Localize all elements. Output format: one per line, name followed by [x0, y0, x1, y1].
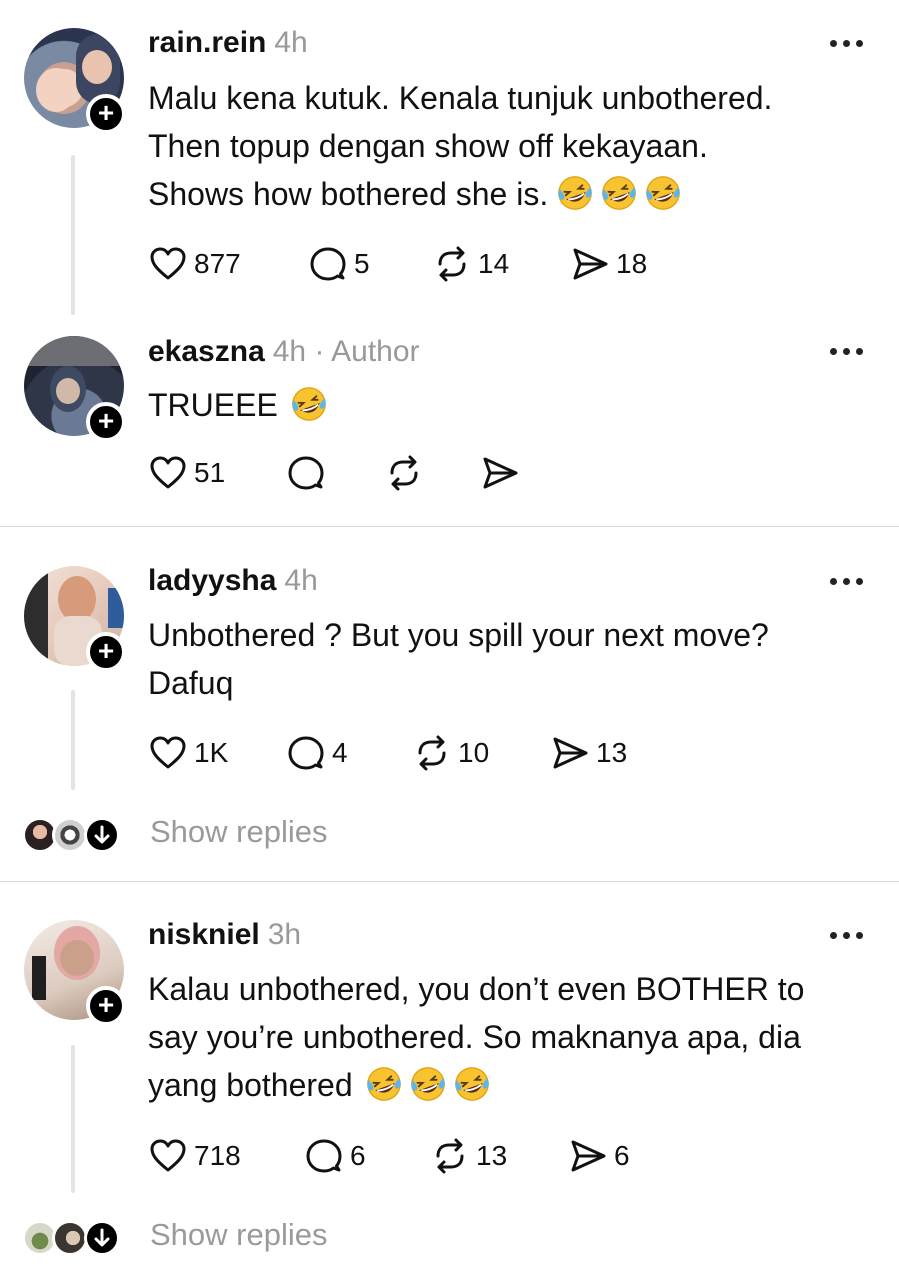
username-text[interactable]: ekaszna: [148, 335, 265, 368]
like-count: 1K: [194, 737, 229, 768]
post-text: Malu kena kutuk. Kenala tunjuk unbothere…: [148, 74, 878, 218]
thread-line: [71, 155, 75, 315]
laughing-emoji: [453, 1065, 491, 1103]
repost-icon: [412, 733, 452, 773]
repost-count: 14: [478, 248, 510, 279]
like-count: 877: [194, 248, 241, 279]
comment-count: 6: [350, 1140, 366, 1171]
comment-icon: [286, 453, 326, 493]
timestamp: 4h: [274, 26, 308, 59]
follow-plus-icon[interactable]: +: [86, 94, 126, 134]
share-icon: [550, 733, 590, 773]
heart-icon: [148, 733, 188, 773]
comment-count: 5: [354, 248, 370, 279]
laughing-emoji: [290, 385, 328, 423]
repost-icon: [430, 1136, 470, 1176]
repost-button[interactable]: [384, 453, 424, 493]
arrow-down-icon: [84, 817, 120, 853]
comment-button[interactable]: 4: [286, 733, 348, 773]
heart-icon: [148, 244, 188, 284]
like-button[interactable]: 877: [148, 244, 241, 284]
laughing-emoji: [644, 174, 682, 212]
share-count: 13: [596, 737, 628, 768]
thread-line: [71, 690, 75, 790]
post-line: Malu kena kutuk. Kenala tunjuk unbothere…: [148, 80, 773, 116]
like-count: 51: [194, 457, 226, 488]
laughing-emoji: [365, 1065, 403, 1103]
repost-icon: [384, 453, 424, 493]
divider: [0, 881, 899, 882]
username-text[interactable]: niskniel: [148, 918, 260, 951]
show-replies-link[interactable]: Show replies: [150, 814, 327, 850]
timestamp: 3h: [267, 918, 302, 951]
like-button[interactable]: 51: [148, 453, 225, 493]
repost-button[interactable]: 14: [432, 244, 509, 284]
more-icon[interactable]: [830, 40, 864, 50]
more-icon[interactable]: [830, 932, 864, 942]
post-line: Then topup dengan show off kekayaan.: [148, 128, 708, 164]
post-text: TRUEEE: [148, 381, 878, 429]
show-replies-row[interactable]: Show replies: [0, 1213, 899, 1263]
post-text: Unbothered ? But you spill your next mov…: [148, 611, 878, 707]
author-badge: · Author: [314, 335, 420, 368]
post-line: TRUEEE: [148, 381, 878, 429]
like-button[interactable]: 718: [148, 1136, 241, 1176]
share-button[interactable]: 6: [568, 1136, 630, 1176]
username[interactable]: rain.rein 4h: [148, 26, 308, 60]
timestamp: 4h: [272, 335, 307, 368]
follow-plus-icon[interactable]: +: [86, 632, 126, 672]
repost-button[interactable]: 10: [412, 733, 489, 773]
follow-plus-icon[interactable]: +: [86, 986, 126, 1026]
reply-avatar: [52, 1220, 88, 1256]
repost-count: 13: [476, 1140, 508, 1171]
comment-button[interactable]: 5: [308, 244, 370, 284]
share-count: 6: [614, 1140, 630, 1171]
repost-count: 10: [458, 737, 490, 768]
heart-icon: [148, 453, 188, 493]
follow-plus-icon[interactable]: +: [86, 402, 126, 442]
like-button[interactable]: 1K: [148, 733, 228, 773]
laughing-emoji: [600, 174, 638, 212]
comment-icon: [304, 1136, 344, 1176]
comment-icon: [308, 244, 348, 284]
arrow-down-icon: [84, 1220, 120, 1256]
laughing-emoji: [556, 174, 594, 212]
post-line: yang bothered: [148, 1061, 878, 1109]
share-count: 18: [616, 248, 648, 279]
share-icon: [570, 244, 610, 284]
username-text[interactable]: ladyysha: [148, 564, 276, 597]
username[interactable]: niskniel 3h: [148, 918, 301, 952]
comment-button[interactable]: [286, 453, 326, 493]
share-button[interactable]: [480, 453, 520, 493]
thread-line: [71, 1045, 75, 1193]
timestamp: 4h: [284, 564, 318, 597]
share-button[interactable]: 18: [570, 244, 647, 284]
post-line: Dafuq: [148, 665, 234, 701]
show-replies-row[interactable]: Show replies: [0, 810, 899, 860]
heart-icon: [148, 1136, 188, 1176]
laughing-emoji: [409, 1065, 447, 1103]
show-replies-link[interactable]: Show replies: [150, 1217, 327, 1253]
reply-avatar: [52, 817, 88, 853]
like-count: 718: [194, 1140, 241, 1171]
comment-button[interactable]: 6: [304, 1136, 366, 1176]
username-text[interactable]: rain.rein: [148, 26, 266, 59]
post-text: Kalau unbothered, you don’t even BOTHER …: [148, 965, 878, 1109]
post-line: Shows how bothered she is.: [148, 170, 878, 218]
post-line: say you’re unbothered. So maknanya apa, …: [148, 1019, 801, 1055]
share-icon: [568, 1136, 608, 1176]
post-line: Kalau unbothered, you don’t even BOTHER …: [148, 971, 805, 1007]
more-icon[interactable]: [830, 578, 864, 588]
username[interactable]: ladyysha 4h: [148, 564, 318, 598]
share-icon: [480, 453, 520, 493]
username[interactable]: ekaszna 4h · Author: [148, 335, 420, 369]
more-icon[interactable]: [830, 348, 864, 358]
repost-button[interactable]: 13: [430, 1136, 507, 1176]
share-button[interactable]: 13: [550, 733, 627, 773]
divider: [0, 526, 899, 527]
comment-icon: [286, 733, 326, 773]
comment-count: 4: [332, 737, 348, 768]
post-line: Unbothered ? But you spill your next mov…: [148, 617, 769, 653]
repost-icon: [432, 244, 472, 284]
